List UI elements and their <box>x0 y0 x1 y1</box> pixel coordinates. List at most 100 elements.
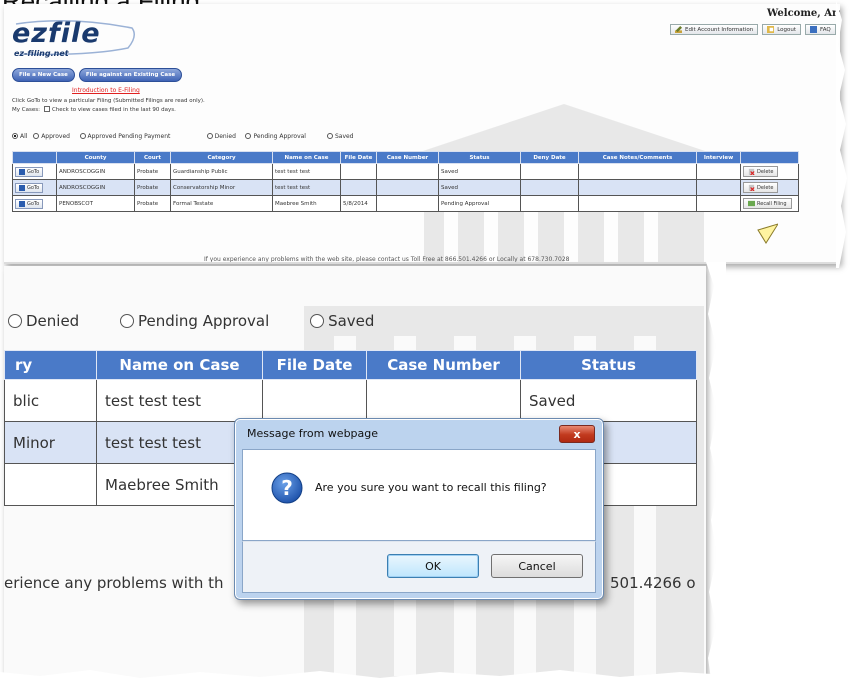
edit-account-button[interactable]: Edit Account Information <box>670 24 759 35</box>
radio-pending-approval-label: Pending Approval <box>253 133 306 140</box>
zoom-cell-file-date <box>262 379 367 422</box>
zoom-radio-denied[interactable] <box>8 314 22 328</box>
col-deny-date: Deny Date <box>520 151 579 164</box>
radio-denied-label: Denied <box>214 133 236 140</box>
last-90-days-checkbox[interactable] <box>43 106 50 112</box>
file-new-case-button[interactable]: File a New Case <box>12 68 75 82</box>
filings-table: County Court Category Name on Case File … <box>12 151 799 212</box>
last-90-days-label: Check to view cases filed in the last 90… <box>51 107 176 113</box>
cell-notes <box>578 195 697 212</box>
cancel-button[interactable]: Cancel <box>491 554 583 578</box>
goto-icon <box>19 168 25 175</box>
zoom-radio-pending-approval[interactable] <box>119 314 134 328</box>
welcome-text: Welcome, Amadna <box>767 8 840 19</box>
col-case-number: Case Number <box>376 151 439 164</box>
zoom-header-row: ry Name on Case File Date Case Number St… <box>4 350 697 380</box>
logout-label: Logout <box>777 26 797 33</box>
cell-case-number <box>376 195 439 212</box>
table-row: GoTo PENOBSCOT Probate Formal Testate Ma… <box>12 195 799 212</box>
cell-county: ANDROSCOGGIN <box>56 163 135 180</box>
zoom-radio-saved-label: Saved <box>328 312 375 330</box>
radio-approved-pending[interactable] <box>79 133 86 139</box>
ok-button[interactable]: OK <box>387 554 479 578</box>
radio-all-label: All <box>20 133 28 140</box>
intro-efiling-link[interactable]: Introduction to E-Filing <box>72 87 140 94</box>
cell-deny-date <box>520 179 579 196</box>
radio-pending-approval[interactable] <box>245 133 252 139</box>
zoom-footer-left: erience any problems with th <box>4 574 224 592</box>
cell-category: Formal Testate <box>170 195 273 212</box>
cell-notes <box>578 179 697 196</box>
goto-button[interactable]: GoTo <box>15 198 44 209</box>
col-file-date: File Date <box>340 151 377 164</box>
goto-button[interactable]: GoTo <box>15 166 44 177</box>
zoom-footer-right: 501.4266 o <box>610 574 696 592</box>
goto-icon <box>19 184 25 191</box>
cell-name: test test test <box>272 163 341 180</box>
col-court: Court <box>134 151 171 164</box>
radio-saved-label: Saved <box>334 133 354 140</box>
goto-instructions: Click GoTo to view a particular Filing (… <box>12 98 205 104</box>
cell-county: ANDROSCOGGIN <box>56 179 135 196</box>
faq-label: FAQ <box>820 26 831 33</box>
faq-button[interactable]: FAQ <box>805 24 836 35</box>
support-footer: If you experience any problems with the … <box>204 256 570 263</box>
zoom-cell-category: Minor <box>4 421 97 464</box>
goto-icon <box>19 200 25 207</box>
zoom-radio-denied-label: Denied <box>26 312 80 330</box>
cell-court: Probate <box>134 195 171 212</box>
cell-status: Saved <box>438 163 521 180</box>
col-status: Status <box>438 151 521 164</box>
account-toolbar: Edit Account Information Logout FAQ <box>670 24 836 35</box>
table-row: GoTo ANDROSCOGGIN Probate Conservatorshi… <box>12 179 799 196</box>
file-existing-case-button[interactable]: File against an Existing Case <box>78 68 183 82</box>
cell-category: Guardianship Public <box>170 163 273 180</box>
zoom-radio-pending-label: Pending Approval <box>137 312 270 330</box>
status-filter-radios: All Approved Approved Pending Payment De… <box>12 133 354 140</box>
dialog-title: Message from webpage <box>247 427 379 440</box>
recall-icon <box>748 200 755 207</box>
goto-button[interactable]: GoTo <box>15 182 44 193</box>
col-case-notes: Case Notes/Comments <box>578 151 697 164</box>
cell-court: Probate <box>134 179 171 196</box>
filing-actions: File a New Case File against an Existing… <box>12 68 183 82</box>
zoom-col-file-date: File Date <box>262 350 367 380</box>
zoom-col-category: ry <box>4 350 97 380</box>
radio-approved[interactable] <box>33 133 40 139</box>
radio-all[interactable] <box>12 133 18 139</box>
dialog-close-button[interactable]: x <box>559 425 595 443</box>
cell-file-date: 5/8/2014 <box>340 195 377 212</box>
edit-account-label: Edit Account Information <box>685 26 754 33</box>
ezfile-logo: ezfile ez-filing.net <box>10 18 138 58</box>
radio-saved[interactable] <box>326 133 333 139</box>
cell-interview <box>696 195 741 212</box>
logout-icon <box>767 26 775 33</box>
cell-notes <box>578 163 697 180</box>
question-icon: ? <box>271 472 303 504</box>
recall-filing-button[interactable]: Recall Filing <box>743 198 792 209</box>
radio-approved-pending-label: Approved Pending Payment <box>87 133 171 140</box>
delete-button[interactable]: Delete <box>743 166 779 177</box>
zoom-col-case-number: Case Number <box>366 350 521 380</box>
cell-case-number <box>376 179 439 196</box>
cell-status: Pending Approval <box>438 195 521 212</box>
zoom-cell-name: test test test <box>96 379 263 422</box>
cell-court: Probate <box>134 163 171 180</box>
col-action <box>740 151 799 164</box>
zoom-cell-category <box>4 463 97 506</box>
svg-text:?: ? <box>281 476 293 500</box>
radio-approved-label: Approved <box>41 133 70 140</box>
cell-case-number <box>376 163 439 180</box>
col-interview: Interview <box>696 151 741 164</box>
logout-button[interactable]: Logout <box>762 24 802 35</box>
delete-button[interactable]: Delete <box>743 182 779 193</box>
delete-icon <box>748 168 755 175</box>
col-category: Category <box>170 151 273 164</box>
zoom-radio-saved[interactable] <box>310 314 325 328</box>
delete-icon <box>748 184 755 191</box>
cell-file-date <box>340 163 377 180</box>
radio-denied[interactable] <box>206 133 213 139</box>
cell-interview <box>696 163 741 180</box>
my-cases-row: My Cases: Check to view cases filed in th… <box>12 106 176 113</box>
zoom-cell-case-number <box>366 379 521 422</box>
